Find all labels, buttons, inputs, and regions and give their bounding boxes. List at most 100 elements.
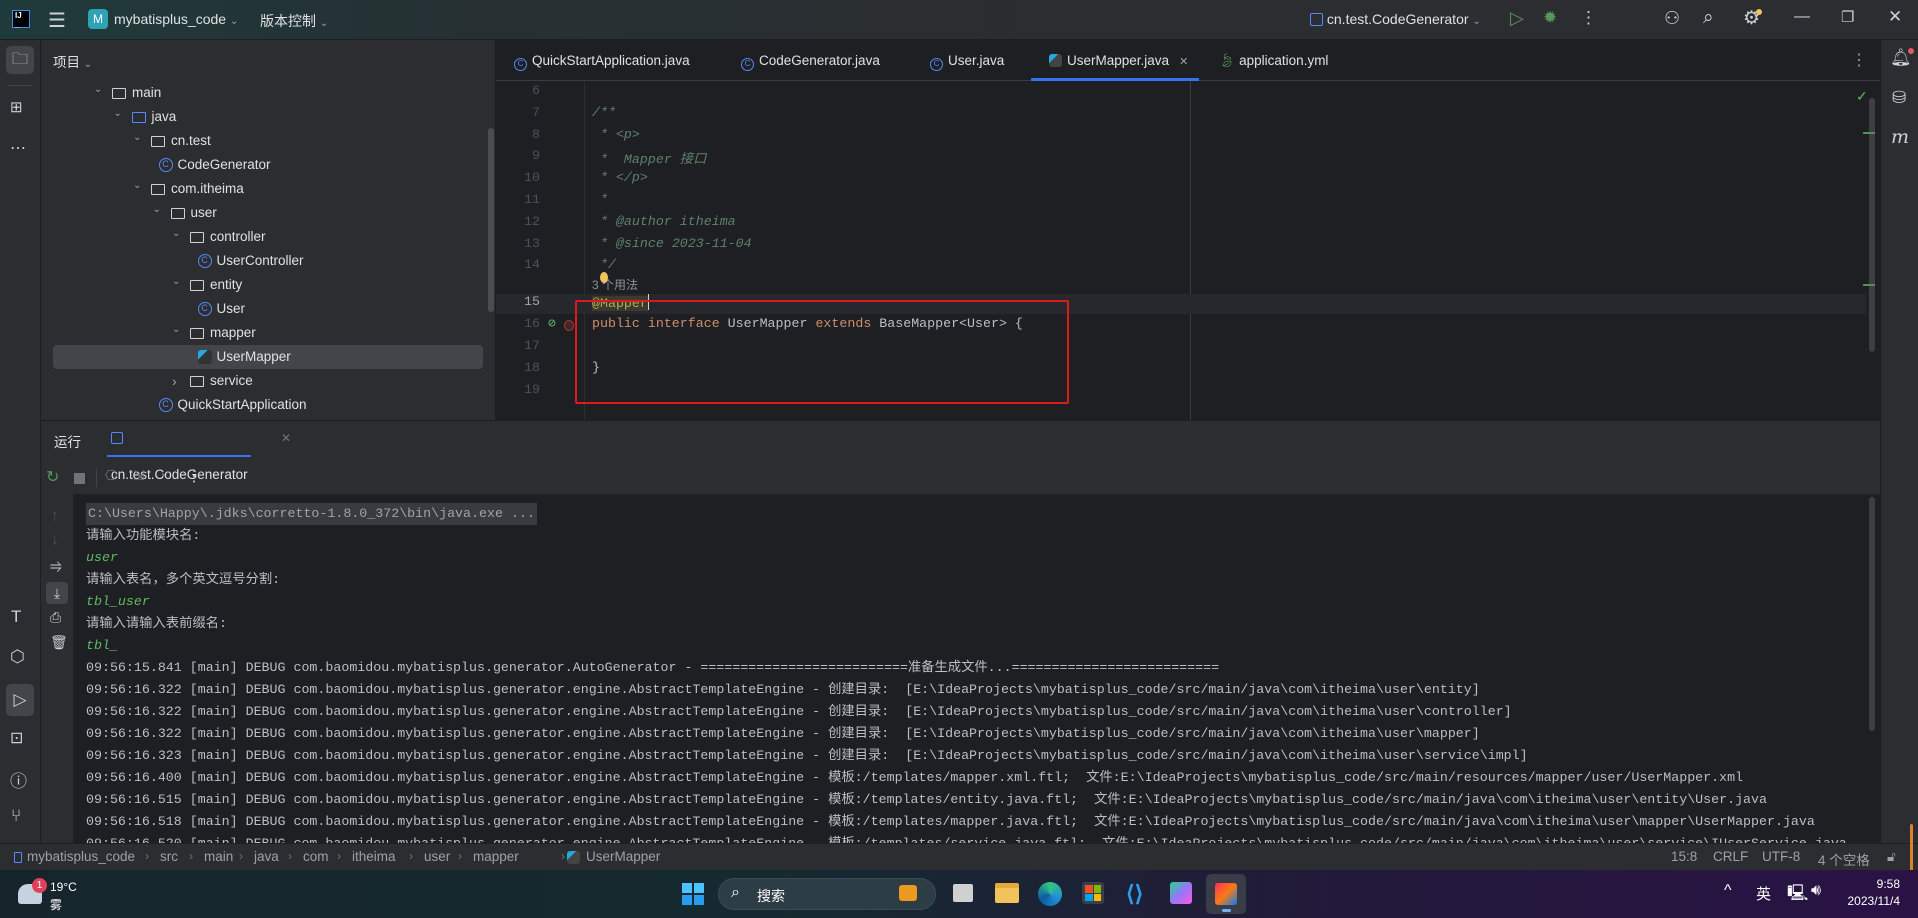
line-ending[interactable]: CRLF xyxy=(1713,849,1748,864)
breadcrumb-item[interactable]: src xyxy=(160,849,178,864)
console-output[interactable]: C:\Users\Happy\.jdks\corretto-1.8.0_372\… xyxy=(73,494,1880,855)
tree-item[interactable]: ⌄ controller xyxy=(41,225,496,249)
store-icon[interactable] xyxy=(1082,882,1104,904)
tree-item[interactable]: › service xyxy=(41,369,496,393)
more-icon[interactable]: ⋮ xyxy=(1580,8,1597,28)
profiler-icon[interactable]: ◔ xyxy=(158,467,166,483)
hamburger-menu-icon[interactable]: ☰ xyxy=(48,8,66,33)
breadcrumb-item[interactable]: com xyxy=(303,849,329,864)
debug-icon[interactable]: ✹ xyxy=(1543,8,1557,28)
search-icon[interactable]: ⌕ xyxy=(1703,7,1714,29)
trash-icon[interactable]: 🗑︎ xyxy=(50,634,68,651)
tree-item[interactable]: C User xyxy=(41,297,496,321)
maven-icon[interactable]: m xyxy=(1891,126,1909,148)
tree-item[interactable]: C QuickStartApplication xyxy=(41,393,496,417)
datagrip-icon[interactable] xyxy=(1170,882,1192,904)
git-icon[interactable]: ⑂ xyxy=(11,806,21,826)
problems-icon[interactable]: ⓘ xyxy=(10,767,27,792)
taskbar-search[interactable]: ⌕ 搜索 xyxy=(718,878,936,910)
file-encoding[interactable]: UTF-8 xyxy=(1762,849,1800,864)
run-icon[interactable]: ▷ xyxy=(1510,8,1524,29)
file-explorer-icon[interactable] xyxy=(995,883,1019,903)
caret-position[interactable]: 15:8 xyxy=(1671,849,1697,864)
breadcrumb-item[interactable]: mybatisplus_code xyxy=(27,849,135,864)
chevron-down-icon[interactable]: ⌄ xyxy=(172,222,180,246)
chevron-down-icon[interactable]: ⌄ xyxy=(94,78,102,102)
screenshot-icon[interactable]: ⎔ xyxy=(105,467,117,484)
tree-item[interactable]: ⌄ main xyxy=(41,81,496,105)
close-icon[interactable]: ✕ xyxy=(1888,7,1902,27)
chevron-down-icon[interactable]: ⌄ xyxy=(133,126,141,150)
editor-scrollbar[interactable] xyxy=(1869,98,1875,352)
notifications-bell-icon[interactable]: 🔔︎ xyxy=(1890,48,1914,68)
usages-hint[interactable]: 3 个用法 xyxy=(592,276,638,293)
run-tool-icon[interactable]: ▷ xyxy=(6,684,34,716)
tree-item[interactable]: ⌄ com.itheima xyxy=(41,177,496,201)
rerun-icon[interactable]: ↻ xyxy=(46,467,59,487)
ime-indicator[interactable]: 英 xyxy=(1756,883,1771,904)
tree-item[interactable]: ⌄ cn.test xyxy=(41,129,496,153)
add-user-icon[interactable]: ⚇ xyxy=(1664,8,1680,29)
chevron-down-icon[interactable]: ⌄ xyxy=(114,102,122,126)
build-hammer-icon[interactable]: T xyxy=(11,607,21,627)
more-icon[interactable]: ⋮ xyxy=(186,466,202,486)
editor-tab[interactable]: C CodeGenerator.java xyxy=(741,40,880,81)
run-tab[interactable]: cn.test.CodeGenerator xyxy=(107,421,251,482)
lock-icon[interactable]: 🔓︎ xyxy=(1887,849,1896,865)
chevron-down-icon[interactable]: ⌄ xyxy=(172,318,180,342)
ij-logo-icon[interactable]: IJ _ xyxy=(12,10,30,29)
tree-item[interactable]: ⌄ entity xyxy=(41,273,496,297)
project-switcher[interactable]: mybatisplus_code ⌄ xyxy=(114,11,238,27)
scroll-down-icon[interactable]: ↓ xyxy=(51,531,59,548)
restore-layout-icon[interactable]: ⇲ xyxy=(133,467,145,484)
stop-icon[interactable] xyxy=(74,473,85,484)
scroll-up-icon[interactable]: ↑ xyxy=(51,507,59,524)
soft-wrap-icon[interactable]: ⥤ xyxy=(50,557,62,574)
vcs-menu[interactable]: 版本控制 ⌄ xyxy=(260,11,328,31)
console-scrollbar[interactable] xyxy=(1869,497,1875,731)
scroll-to-end-icon[interactable]: ⤓ xyxy=(46,582,68,604)
breadcrumb-item[interactable]: main xyxy=(204,849,233,864)
chevron-down-icon[interactable]: ⌄ xyxy=(133,174,141,198)
breadcrumb-item[interactable]: UserMapper xyxy=(586,849,660,864)
start-windows-icon[interactable] xyxy=(682,883,704,905)
mybatis-navigation-icon[interactable] xyxy=(564,320,574,332)
more-tools-icon[interactable]: ⋯ xyxy=(10,138,26,158)
chevron-down-icon[interactable]: ⌄ xyxy=(153,198,161,222)
indent-setting[interactable]: 4 个空格 xyxy=(1818,849,1870,869)
minimize-icon[interactable]: — xyxy=(1794,8,1810,26)
run-config-selector[interactable]: cn.test.CodeGenerator ⌄ xyxy=(1310,11,1481,27)
project-tool-icon[interactable]: 🗀 xyxy=(6,46,34,74)
project-badge[interactable]: M xyxy=(88,9,108,29)
implemented-icon[interactable]: ⊘ xyxy=(548,316,556,331)
chevron-right-icon[interactable]: › xyxy=(172,369,177,393)
settings-icon[interactable]: ⚙ xyxy=(1743,7,1763,30)
services-icon[interactable]: ⬡ xyxy=(10,647,25,667)
volume-icon[interactable]: 🔊︎ xyxy=(1811,882,1821,900)
weather-widget[interactable]: 1 19°C 雾 xyxy=(12,874,92,914)
database-icon[interactable]: ⛁ xyxy=(1892,88,1906,108)
tray-overflow-icon[interactable]: ^ xyxy=(1724,882,1732,900)
close-tab-icon[interactable]: ✕ xyxy=(1179,56,1188,68)
editor-tab[interactable]: 🍃︎ application.yml xyxy=(1218,40,1328,81)
tree-item[interactable]: UserMapper xyxy=(53,345,483,369)
edge-icon[interactable] xyxy=(1038,882,1062,906)
structure-tool-icon[interactable]: ⊞ xyxy=(10,98,23,116)
editor-tab[interactable]: C User.java xyxy=(930,40,1004,81)
intellij-taskbar-icon[interactable] xyxy=(1206,874,1246,914)
project-panel-header[interactable]: 项目 ⌄ xyxy=(53,51,92,71)
vscode-icon[interactable]: ⟨⟩ xyxy=(1126,881,1143,907)
tree-item[interactable]: C CodeGenerator xyxy=(41,153,496,177)
print-icon[interactable]: ⎙ xyxy=(50,609,61,626)
tabs-more-icon[interactable]: ⋮ xyxy=(1851,50,1867,70)
tree-item[interactable]: C UserController xyxy=(41,249,496,273)
chevron-down-icon[interactable]: ⌄ xyxy=(172,270,180,294)
clock[interactable]: 9:58 2023/11/4 xyxy=(1838,876,1901,910)
breadcrumb-item[interactable]: mapper xyxy=(473,849,519,864)
tree-item[interactable]: ⌄ mapper xyxy=(41,321,496,345)
project-scrollbar[interactable] xyxy=(488,128,494,312)
tree-item[interactable]: ⌄ java xyxy=(41,105,496,129)
editor-tab[interactable]: C QuickStartApplication.java xyxy=(514,40,690,81)
breadcrumb-item[interactable]: user xyxy=(424,849,450,864)
editor-tab-active[interactable]: UserMapper.java ✕ xyxy=(1049,40,1188,81)
